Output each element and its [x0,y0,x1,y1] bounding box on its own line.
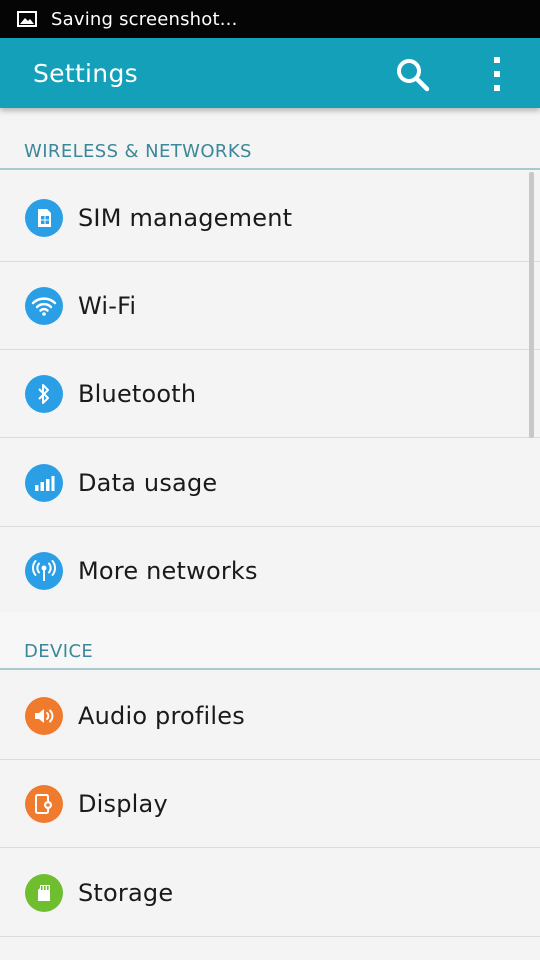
section-header-device: DEVICE [0,612,540,670]
wifi-icon [25,287,63,325]
status-text: Saving screenshot... [51,8,238,30]
divider [0,847,540,848]
item-label: Storage [78,879,174,907]
item-label: Wi-Fi [78,292,137,320]
app-bar: Settings [0,38,540,108]
item-label: Display [78,790,168,818]
search-button[interactable] [393,55,433,95]
speaker-icon [25,697,63,735]
display-item[interactable]: Display [0,760,540,848]
storage-item[interactable]: Storage [0,849,540,937]
item-label: Bluetooth [78,380,197,408]
data-usage-icon [25,464,63,502]
wifi-item[interactable]: Wi-Fi [0,262,540,350]
item-label: Data usage [78,469,218,497]
section-title: DEVICE [24,641,94,662]
item-label: SIM management [78,204,293,232]
item-label: Audio profiles [78,702,245,730]
more-options-button[interactable] [480,53,514,95]
section-header-wireless: WIRELESS & NETWORKS [0,112,540,170]
bluetooth-icon [25,375,63,413]
more-networks-item[interactable]: More networks [0,527,540,615]
sd-card-icon [25,874,63,912]
scrollbar[interactable] [529,172,534,438]
sim-card-icon [25,199,63,237]
status-bar: Saving screenshot... [0,0,540,38]
divider [0,437,540,438]
bluetooth-item[interactable]: Bluetooth [0,350,540,438]
section-title: WIRELESS & NETWORKS [24,141,252,162]
more-vert-icon [494,57,500,91]
antenna-icon [25,552,63,590]
section-divider [0,168,540,170]
item-label: More networks [78,557,258,585]
data-usage-item[interactable]: Data usage [0,439,540,527]
search-icon [397,59,430,92]
section-divider [0,668,540,670]
image-icon [17,11,37,27]
display-icon [25,785,63,823]
audio-profiles-item[interactable]: Audio profiles [0,672,540,760]
divider [0,936,540,937]
page-title: Settings [33,58,138,88]
sim-management-item[interactable]: SIM management [0,174,540,262]
